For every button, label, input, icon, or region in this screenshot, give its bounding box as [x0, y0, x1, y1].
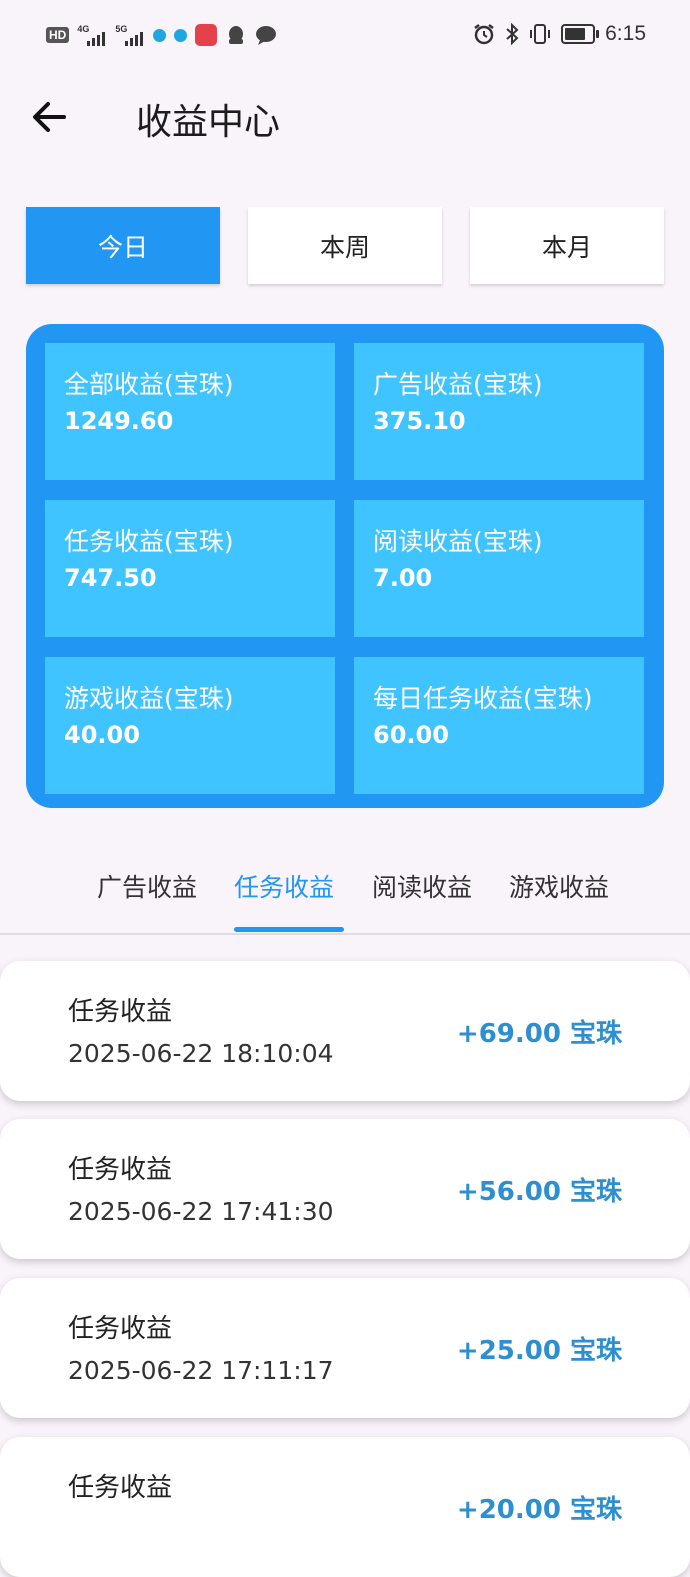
stat-label: 每日任务收益(宝珠): [373, 684, 593, 713]
stat-value: 1249.60: [64, 407, 174, 435]
earnings-summary-card: 全部收益(宝珠) 1249.60 广告收益(宝珠) 375.10 任务收益(宝珠…: [26, 324, 664, 808]
record-amount: +56.00 宝珠: [456, 1177, 622, 1207]
tab-game-earnings[interactable]: 游戏收益: [509, 868, 609, 904]
record-title: 任务收益: [68, 1473, 173, 1503]
app-notification-icon: [174, 28, 188, 42]
app-notification-icon: [153, 28, 167, 42]
stat-value: 375.10: [373, 407, 466, 435]
vibrate-icon: [530, 24, 551, 44]
stat-daily-task: 每日任务收益(宝珠) 60.00: [354, 657, 644, 794]
status-bar: HD 4G 5G 6:15: [0, 0, 690, 75]
bluetooth-icon: [506, 23, 519, 45]
shop-app-icon: [195, 24, 218, 46]
stat-value: 40.00: [64, 721, 140, 749]
list-item[interactable]: 任务收益 +20.00 宝珠: [0, 1437, 690, 1577]
record-amount: +20.00 宝珠: [456, 1495, 622, 1525]
tab-this-month[interactable]: 本月: [470, 207, 664, 284]
stat-task: 任务收益(宝珠) 747.50: [45, 500, 335, 637]
record-title: 任务收益: [68, 1314, 173, 1344]
tab-this-week[interactable]: 本周: [248, 207, 442, 284]
record-time: 2025-06-22 18:10:04: [68, 1039, 334, 1068]
signal-icon: 4G: [77, 24, 107, 46]
signal-icon: 5G: [115, 24, 145, 46]
page-title: 收益中心: [136, 102, 281, 143]
record-amount: +25.00 宝珠: [456, 1336, 622, 1366]
tab-ad-earnings[interactable]: 广告收益: [97, 868, 197, 904]
record-amount: +69.00 宝珠: [456, 1019, 622, 1049]
chat-bubble-icon: [256, 26, 277, 45]
category-tabs: 广告收益 任务收益 阅读收益 游戏收益: [0, 850, 690, 935]
stat-label: 游戏收益(宝珠): [64, 684, 234, 713]
record-title: 任务收益: [68, 997, 173, 1027]
stat-ad: 广告收益(宝珠) 375.10: [354, 343, 644, 480]
battery-icon: [561, 24, 600, 44]
record-time: 2025-06-22 17:41:30: [68, 1197, 334, 1226]
stat-label: 全部收益(宝珠): [64, 370, 234, 399]
alarm-icon: [474, 24, 494, 45]
arrow-left-icon: [33, 102, 66, 132]
stat-game: 游戏收益(宝珠) 40.00: [45, 657, 335, 794]
stat-label: 广告收益(宝珠): [373, 370, 543, 399]
stat-reading: 阅读收益(宝珠) 7.00: [354, 500, 644, 637]
stat-label: 任务收益(宝珠): [64, 527, 234, 556]
stat-value: 747.50: [64, 564, 157, 592]
list-item[interactable]: 任务收益 2025-06-22 17:41:30 +56.00 宝珠: [0, 1119, 690, 1259]
list-item[interactable]: 任务收益 2025-06-22 17:11:17 +25.00 宝珠: [0, 1278, 690, 1418]
back-button[interactable]: [26, 93, 74, 141]
tab-reading-earnings[interactable]: 阅读收益: [372, 868, 472, 904]
stat-label: 阅读收益(宝珠): [373, 527, 543, 556]
stat-value: 60.00: [373, 721, 449, 749]
status-time: 6:15: [605, 22, 646, 45]
record-title: 任务收益: [68, 1155, 173, 1185]
status-left: HD 4G 5G: [46, 24, 277, 46]
list-item[interactable]: 任务收益 2025-06-22 18:10:04 +69.00 宝珠: [0, 961, 690, 1101]
status-right: 6:15: [473, 22, 646, 46]
app-header: 收益中心: [0, 75, 690, 160]
hd-badge: HD: [46, 27, 70, 43]
qq-icon: [229, 26, 244, 44]
stat-total: 全部收益(宝珠) 1249.60: [45, 343, 335, 480]
tab-today[interactable]: 今日: [26, 207, 220, 284]
stat-value: 7.00: [373, 564, 433, 592]
record-time: 2025-06-22 17:11:17: [68, 1356, 334, 1385]
tab-task-earnings[interactable]: 任务收益: [234, 868, 334, 904]
active-tab-indicator: [234, 927, 344, 932]
